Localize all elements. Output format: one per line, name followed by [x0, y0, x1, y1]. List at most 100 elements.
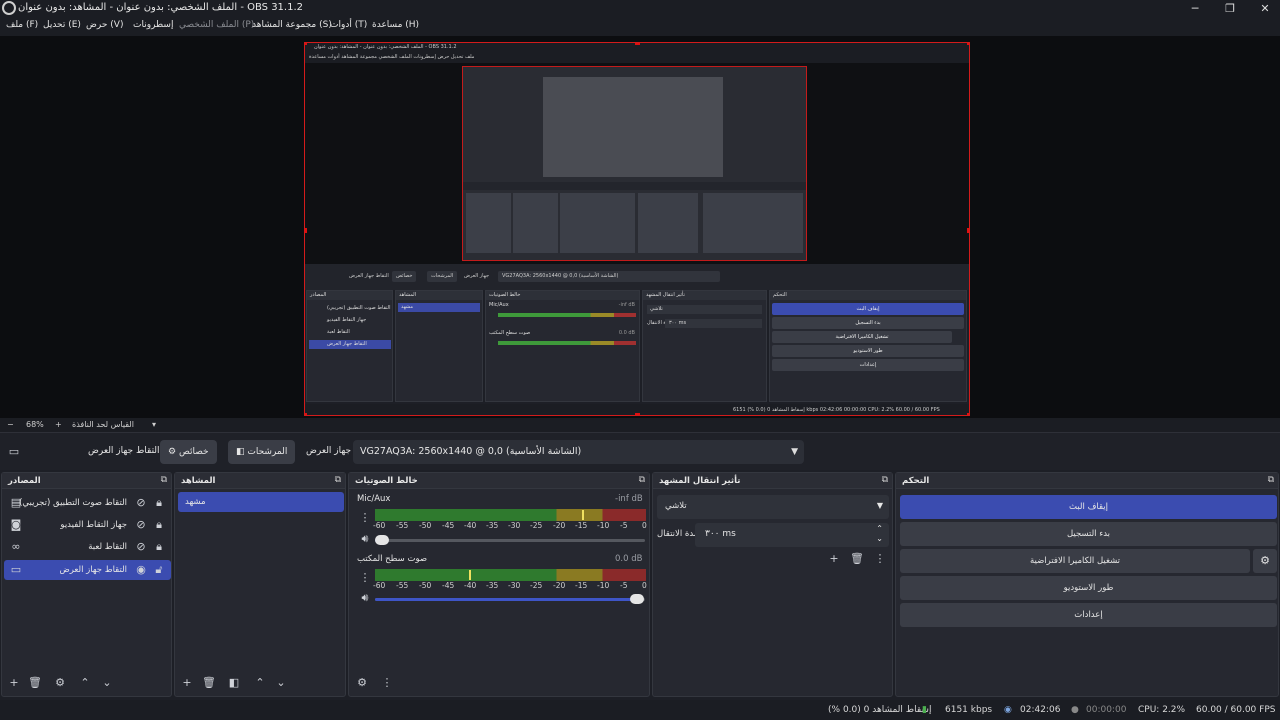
speaker-icon[interactable]: 🔊︎ [357, 531, 373, 547]
menu-scene-collection[interactable]: مجموعة المشاهد (S) [252, 20, 332, 30]
nested-dock [560, 193, 635, 253]
scenes-dock: المشاهد ⧉ مشهد + 🗑︎ ◧ ⌃ ⌄ [174, 472, 346, 697]
title-bar: الملف الشخصي: بدون عنوان - المشاهد: بدون… [0, 0, 1280, 17]
decrement-icon[interactable]: ⌄ [876, 534, 883, 543]
remove-scene-button[interactable]: 🗑︎ [201, 675, 217, 691]
virtual-camera-settings-button[interactable]: ⚙ [1253, 549, 1277, 573]
undock-icon[interactable]: ⧉ [1268, 475, 1274, 485]
source-item[interactable]: ∞ التقاط لعبة ⊘ 🔒︎ [4, 537, 171, 557]
speaker-icon[interactable]: 🔊︎ [357, 590, 373, 606]
volume-slider[interactable] [375, 535, 645, 545]
mini-start-recording: بدء التسجيل [772, 317, 964, 329]
start-recording-button[interactable]: بدء التسجيل [900, 522, 1277, 546]
tick-label: -60 [373, 521, 386, 530]
filters-button[interactable]: ◧ المرشحات [228, 440, 296, 464]
close-button[interactable]: ✕ [1250, 0, 1280, 17]
scene-item-selected[interactable]: مشهد [178, 492, 344, 512]
add-source-button[interactable]: + [6, 675, 22, 691]
stop-streaming-button[interactable]: إيقاف البث [900, 495, 1277, 519]
start-virtual-camera-button[interactable]: تشغيل الكاميرا الافتراضية [900, 549, 1250, 573]
properties-button[interactable]: ⚙ خصائص [160, 440, 217, 464]
undock-icon[interactable]: ⧉ [335, 475, 341, 485]
lock-open-icon[interactable]: 🔓︎ [151, 562, 167, 578]
resize-handle[interactable] [305, 228, 307, 233]
menu-tools[interactable]: أدوات (T) [330, 20, 367, 30]
visibility-hidden-icon[interactable]: ⊘ [133, 539, 149, 555]
undock-icon[interactable]: ⧉ [639, 475, 645, 485]
source-item[interactable]: ◙ جهاز التقاط الفيديو ⊘ 🔒︎ [4, 515, 171, 535]
mini-stop-stream: إيقاف البث [772, 303, 964, 315]
menu-edit[interactable]: تحديل (E) [43, 20, 81, 30]
properties-label: خصائص [178, 447, 209, 457]
source-settings-button[interactable]: ⚙ [52, 675, 68, 691]
zoom-out-button[interactable]: − [7, 420, 14, 429]
tick-label: -40 [464, 521, 477, 530]
transition-menu-button[interactable]: ⋮ [872, 551, 888, 567]
add-transition-button[interactable]: + [826, 551, 842, 567]
undock-icon[interactable]: ⧉ [882, 475, 888, 485]
lock-icon[interactable]: 🔒︎ [151, 495, 167, 511]
menu-view[interactable]: حرض (V) [86, 20, 123, 30]
record-time: 00:00:00 [1086, 705, 1127, 715]
mixer-menu-button[interactable]: ⋮ [379, 675, 395, 691]
menu-help[interactable]: مساعدة (H) [372, 20, 419, 30]
kebab-menu-icon[interactable]: ⋮ [357, 570, 373, 586]
menu-profile[interactable]: الملف الشخصي (P) [179, 20, 254, 30]
resize-handle[interactable] [635, 43, 640, 45]
resize-handle[interactable] [967, 228, 969, 233]
undock-icon[interactable]: ⧉ [161, 475, 167, 485]
eye-icon[interactable]: ◉ [133, 562, 149, 578]
settings-button[interactable]: إعدادات [900, 603, 1277, 627]
move-down-button[interactable]: ⌄ [99, 675, 115, 691]
remove-transition-button[interactable]: 🗑︎ [849, 551, 865, 567]
studio-mode-button[interactable]: طور الاستوديو [900, 576, 1277, 600]
source-item[interactable]: ▤ التقاط صوت التطبيق (تجريبي) ⊘ 🔒︎ [4, 493, 171, 513]
zoom-in-button[interactable]: + [55, 420, 62, 429]
increment-icon[interactable]: ⌃ [876, 524, 883, 533]
tick-label: -60 [373, 581, 386, 590]
maximize-button[interactable]: ❐ [1215, 0, 1245, 17]
scenes-footer: + 🗑︎ ◧ ⌃ ⌄ [175, 670, 345, 696]
mini-virtual-camera: تشغيل الكاميرا الافتراضية [772, 331, 952, 343]
zoom-dropdown-button[interactable]: ▾ [152, 420, 156, 429]
mini-transitions-dock: تأثير انتقال المشهد تلاشي مدة الانتقال ٣… [642, 290, 767, 402]
move-down-button[interactable]: ⌄ [273, 675, 289, 691]
scene-filters-button[interactable]: ◧ [226, 675, 242, 691]
lock-icon[interactable]: 🔒︎ [151, 517, 167, 533]
resize-handle[interactable] [305, 43, 307, 45]
chevron-down-icon: ▼ [791, 447, 798, 457]
visibility-hidden-icon[interactable]: ⊘ [133, 517, 149, 533]
resize-handle[interactable] [967, 413, 969, 415]
slider-knob[interactable] [630, 594, 644, 604]
preview-canvas[interactable]: الملف الشخصي: بدون عنوان - المشاهد: بدون… [0, 36, 1280, 418]
source-toolbar: ▭ التقاط جهاز العرض ⚙ خصائص ◧ المرشحات ج… [0, 432, 1280, 470]
mini-mic-db: -inf dB [618, 302, 635, 308]
lock-icon[interactable]: 🔒︎ [151, 539, 167, 555]
menu-docks[interactable]: إسطرونات [133, 20, 173, 30]
resize-handle[interactable] [635, 413, 640, 415]
volume-slider[interactable] [375, 594, 645, 604]
nested-preview [462, 66, 807, 261]
fps: 60.00 / 60.00 FPS [1196, 705, 1276, 715]
sources-dock: المصادر ⧉ ▤ التقاط صوت التطبيق (تجريبي) … [1, 472, 172, 697]
minimize-button[interactable]: ─ [1180, 0, 1210, 17]
duration-spinbox[interactable]: ٣٠٠ ms ⌃ ⌄ [695, 523, 889, 547]
transition-select[interactable]: تلاشي ▼ [657, 495, 889, 519]
add-scene-button[interactable]: + [179, 675, 195, 691]
move-up-button[interactable]: ⌃ [77, 675, 93, 691]
source-item-selected[interactable]: ▭ التقاط جهاز العرض ◉ 🔓︎ [4, 560, 171, 580]
advanced-audio-button[interactable]: ⚙ [354, 675, 370, 691]
resize-handle[interactable] [305, 413, 307, 415]
display-capture-preview[interactable]: الملف الشخصي: بدون عنوان - المشاهد: بدون… [304, 42, 970, 416]
device-select[interactable]: VG27AQ3A: 2560x1440 @ 0,0 (الشاشة الأساس… [353, 440, 804, 464]
mini-scene: مشهد [398, 303, 480, 312]
slider-knob[interactable] [375, 535, 389, 545]
tick-label: 0 [642, 521, 647, 530]
menu-file[interactable]: ملف (F) [6, 20, 38, 30]
kebab-menu-icon[interactable]: ⋮ [357, 510, 373, 526]
move-up-button[interactable]: ⌃ [252, 675, 268, 691]
remove-source-button[interactable]: 🗑︎ [27, 675, 43, 691]
visibility-hidden-icon[interactable]: ⊘ [133, 495, 149, 511]
cpu-usage: CPU: 2.2% [1138, 705, 1186, 715]
resize-handle[interactable] [967, 43, 969, 45]
